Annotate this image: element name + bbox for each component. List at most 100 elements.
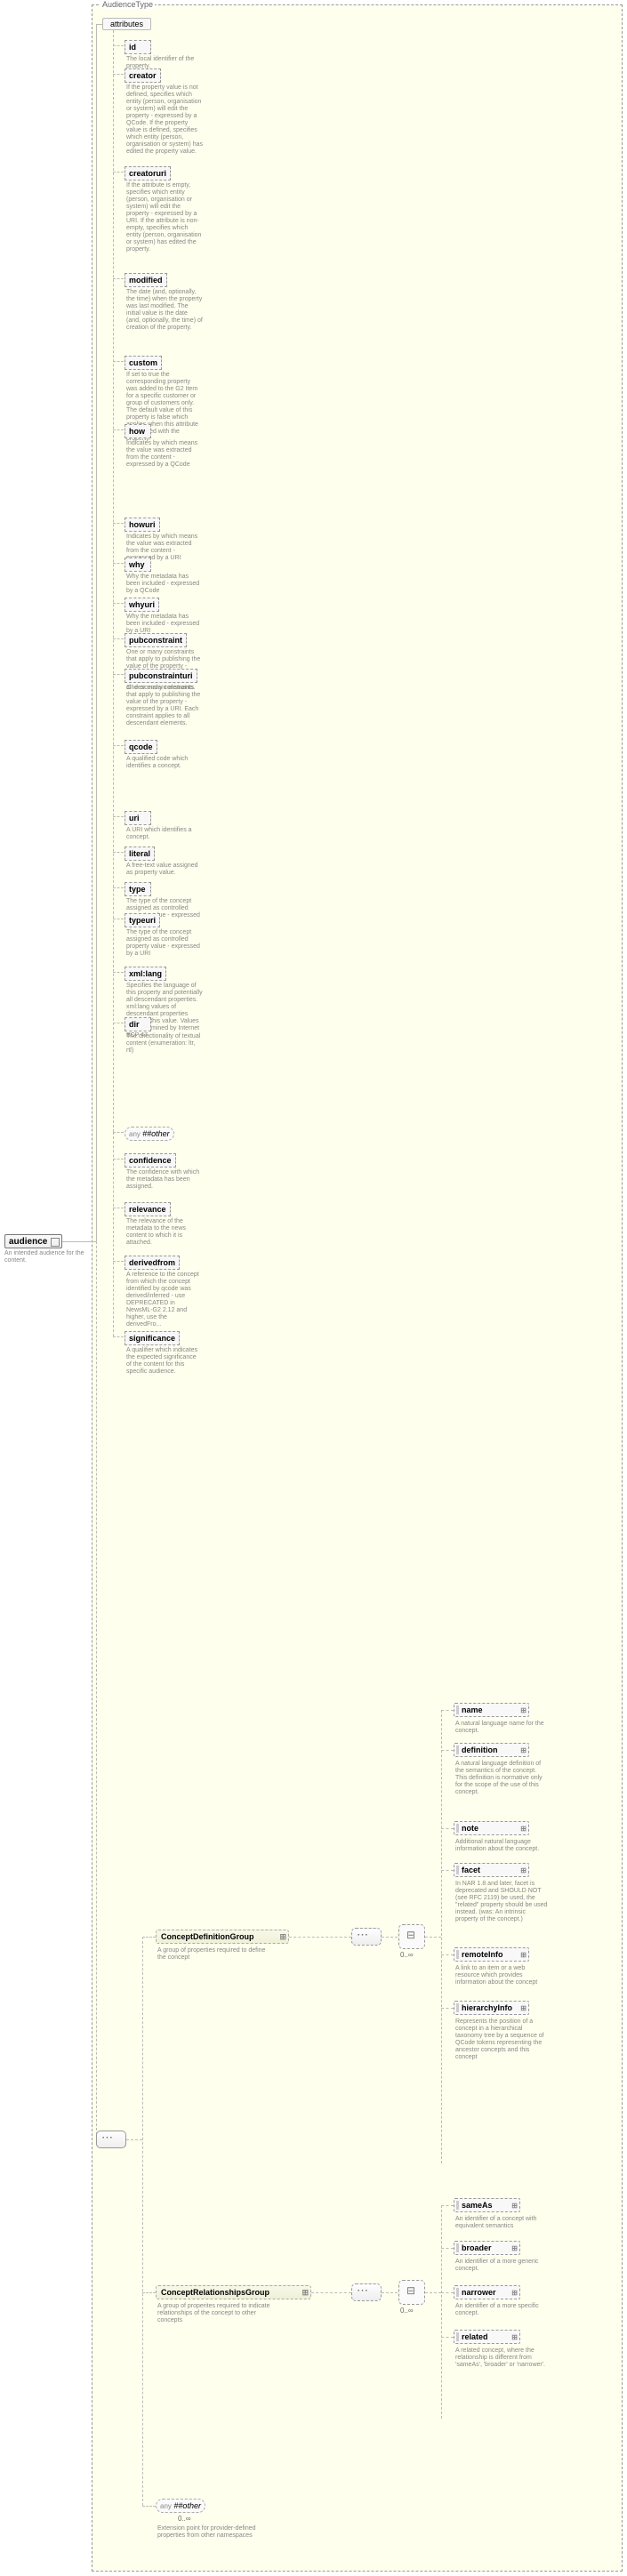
concept-relationships-group[interactable]: ConceptRelationshipsGroup [156, 2285, 311, 2299]
connector [126, 2139, 142, 2140]
connector [113, 972, 124, 973]
choice-compositor [398, 1924, 425, 1949]
element-remoteInfo[interactable]: remoteInfo [454, 1947, 529, 1962]
attribute-name: typeuri [125, 913, 160, 927]
connector [441, 1828, 454, 1829]
element-desc: An identifier of a concept with equivale… [455, 2216, 549, 2230]
connector [113, 278, 124, 279]
attribute-desc: The type of the concept assigned as cont… [125, 929, 205, 958]
group-label: ConceptDefinitionGroup [161, 1932, 254, 1941]
connector [441, 1750, 454, 1751]
attribute-name: modified [125, 273, 167, 287]
group-desc: A group of properties required to define… [157, 1947, 273, 1962]
attribute-dir: dir The directionality of textual conten… [125, 1015, 194, 1055]
attribute-name: significance [125, 1331, 180, 1345]
element-definition[interactable]: definition [454, 1743, 529, 1757]
connector [441, 1954, 454, 1955]
element-narrower[interactable]: narrower [454, 2285, 520, 2299]
attribute-derivedfrom: derivedfrom A reference to the concept f… [125, 1254, 194, 1328]
attribute-desc: Indicates by which means the value was e… [125, 440, 205, 469]
connector [142, 2292, 156, 2293]
attribute-name: xml:lang [125, 967, 166, 981]
sequence-compositor [351, 1928, 382, 1946]
attribute-desc: If the property value is not defined, sp… [125, 84, 205, 156]
attribute-relevance: relevance The relevance of the metadata … [125, 1200, 194, 1247]
attribute-desc: The date (and, optionally, the time) whe… [125, 289, 205, 332]
attribute-uri: uri A URI which identifies a concept. [125, 809, 194, 841]
connector [62, 1241, 96, 1242]
attribute-typeuri: typeuri The type of the concept assigned… [125, 911, 194, 958]
connector [113, 887, 124, 888]
element-desc: An identifier of a more generic concept. [455, 2259, 549, 2273]
element-note[interactable]: note [454, 1821, 529, 1835]
attribute-why: why Why the metadata has been included -… [125, 556, 194, 595]
connector [113, 603, 124, 604]
element-desc: Additional natural language information … [455, 1839, 549, 1853]
element-sameAs[interactable]: sameAs [454, 2198, 520, 2212]
attribute-name: literal [125, 847, 155, 861]
element-name[interactable]: name [454, 1703, 529, 1717]
connector [96, 1241, 97, 2139]
attribute-name: derivedfrom [125, 1256, 180, 1270]
concept-definition-group[interactable]: ConceptDefinitionGroup [156, 1930, 289, 1944]
connector [441, 2205, 442, 2419]
attribute-name: qcode [125, 740, 157, 754]
any-label: ##other [173, 2501, 201, 2510]
element-desc: A related concept, where the relationshi… [455, 2347, 549, 2369]
attribute-name: howuri [125, 518, 160, 532]
attribute-desc: The confidence with which the metadata h… [125, 1169, 205, 1191]
attribute-desc: A reference to the concept from which th… [125, 1272, 205, 1328]
attribute-literal: literal A free-text value assigned as pr… [125, 845, 194, 877]
connector [113, 745, 124, 746]
choice-compositor [398, 2280, 425, 2305]
diagram-canvas: AudienceType audience An intended audien… [0, 0, 627, 2576]
attribute-name: relevance [125, 1202, 171, 1216]
connector [113, 638, 124, 639]
attribute-desc: The directionality of textual content (e… [125, 1033, 205, 1055]
connector [441, 1870, 454, 1871]
any-prefix: any [160, 2502, 172, 2510]
group-desc: A group of properites required to indica… [157, 2303, 273, 2324]
attribute-name: creator [125, 68, 161, 83]
connector [441, 2205, 454, 2206]
element-desc: A natural language name for the concept. [455, 1721, 549, 1735]
sequence-compositor [96, 2131, 126, 2148]
element-broader[interactable]: broader [454, 2241, 520, 2255]
attribute-desc: A qualified code which identifies a conc… [125, 756, 205, 770]
connector [382, 2292, 398, 2293]
attribute-desc: A URI which identifies a concept. [125, 827, 205, 841]
connector [441, 2008, 454, 2009]
root-element[interactable]: audience [4, 1234, 62, 1248]
attribute-name: dir [125, 1017, 151, 1031]
element-facet[interactable]: facet [454, 1863, 529, 1877]
connector [311, 2292, 351, 2293]
connector [113, 1159, 124, 1160]
element-hierarchyInfo[interactable]: hierarchyInfo [454, 2001, 529, 2015]
element-related[interactable]: related [454, 2330, 520, 2344]
connector [113, 523, 124, 524]
any-attribute: any ##other [125, 1125, 174, 1141]
attribute-name: how [125, 424, 151, 438]
attribute-name: id [125, 40, 151, 54]
connector [289, 1937, 351, 1938]
attribute-desc: If the attribute is empty, specifies whi… [125, 182, 205, 253]
sequence-compositor [351, 2283, 382, 2301]
connector [142, 2506, 156, 2507]
attribute-creator: creator If the property value is not def… [125, 67, 194, 156]
connector [113, 172, 124, 173]
connector [113, 563, 124, 564]
connector [113, 74, 124, 75]
connector [425, 2292, 441, 2293]
attribute-id: id The local identifier of the property. [125, 38, 194, 70]
attribute-name: custom [125, 356, 162, 370]
attribute-confidence: confidence The confidence with which the… [125, 1152, 194, 1191]
attributes-label-text: attributes [110, 20, 143, 28]
connector [441, 2248, 454, 2249]
root-element-name: audience [9, 1237, 47, 1247]
group-label: ConceptRelationshipsGroup [161, 2288, 269, 2297]
any-element: any ##other [156, 2499, 205, 2513]
attribute-pubconstrainturi: pubconstrainturi One or many constraints… [125, 667, 194, 727]
attribute-desc: The relevance of the metadata to the new… [125, 1218, 205, 1247]
attribute-name: whyuri [125, 598, 159, 612]
element-desc: Represents the position of a concept in … [455, 2018, 549, 2061]
